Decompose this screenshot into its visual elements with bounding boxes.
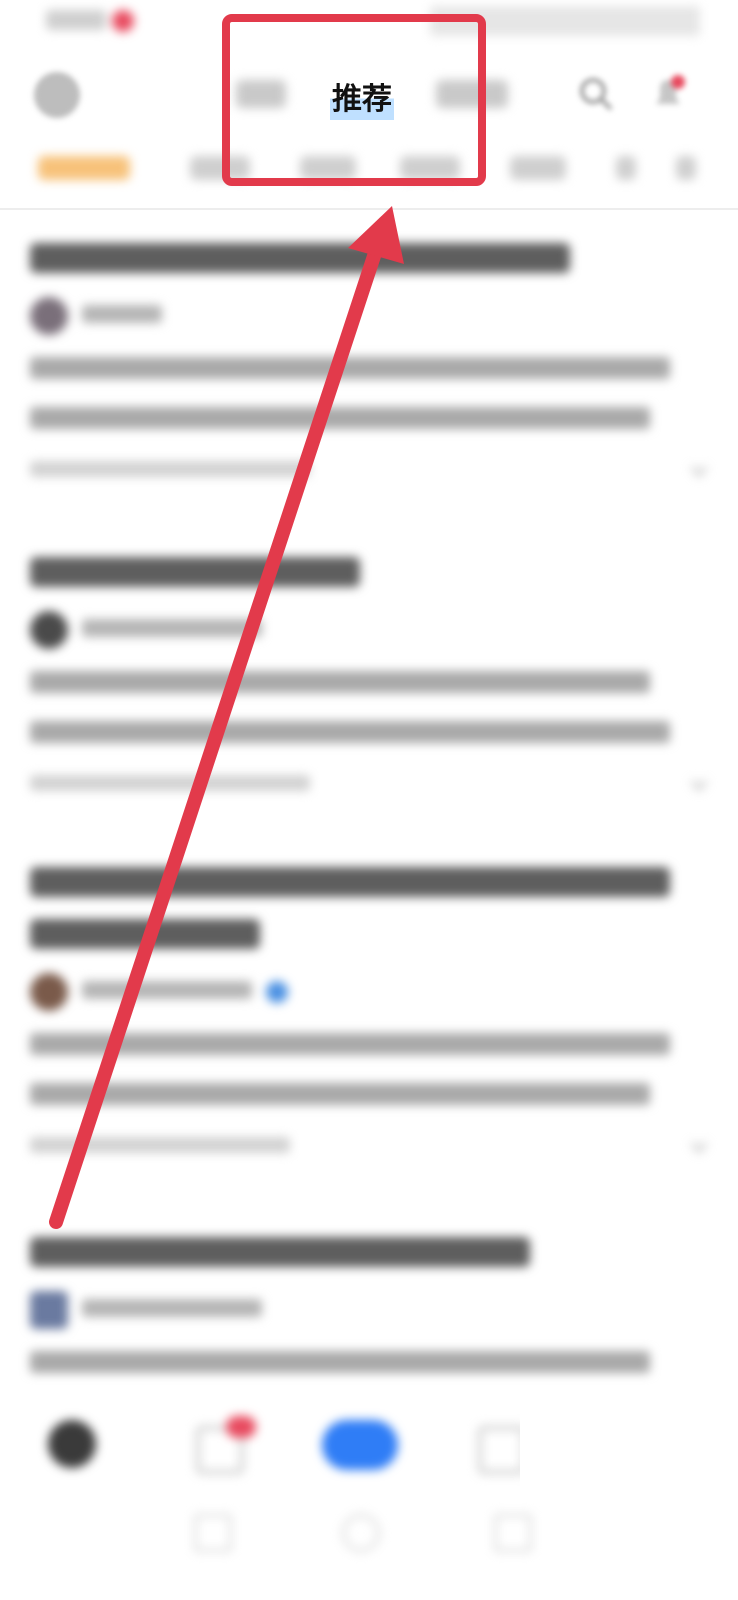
more-icon[interactable]: [688, 774, 710, 796]
search-icon[interactable]: [578, 76, 614, 112]
home-icon[interactable]: [342, 1514, 380, 1552]
plus-icon[interactable]: [322, 1420, 398, 1470]
feed-excerpt[interactable]: [30, 1022, 710, 1122]
feed-excerpt[interactable]: [30, 346, 710, 446]
feed-excerpt[interactable]: [30, 1340, 710, 1390]
recents-icon[interactable]: [494, 1514, 532, 1552]
header-divider: [0, 208, 738, 210]
feed-meta: [30, 1134, 710, 1158]
feed-item[interactable]: [30, 238, 710, 482]
feed-title[interactable]: [30, 552, 710, 604]
back-icon[interactable]: [194, 1514, 232, 1552]
author-row: [30, 296, 710, 336]
notification-dot-icon: [112, 10, 134, 32]
author-avatar[interactable]: [30, 1291, 68, 1329]
author-avatar[interactable]: [30, 297, 68, 335]
verified-badge-icon: [266, 981, 288, 1003]
feed-title[interactable]: [30, 862, 710, 966]
nav-home-avatar[interactable]: [48, 1420, 96, 1468]
author-avatar[interactable]: [30, 973, 68, 1011]
bell-icon[interactable]: [648, 74, 688, 114]
feed-item[interactable]: [30, 552, 710, 796]
nav-profile-icon[interactable]: [478, 1426, 526, 1474]
author-name[interactable]: [82, 1298, 262, 1323]
author-name[interactable]: [82, 980, 252, 1005]
feed-meta: [30, 458, 710, 482]
author-row: [30, 610, 710, 650]
feed-meta: [30, 772, 710, 796]
feed-title[interactable]: [30, 238, 710, 290]
author-row: [30, 972, 710, 1012]
system-nav: [0, 1500, 738, 1560]
author-name[interactable]: [82, 304, 162, 329]
feed-title[interactable]: [30, 1232, 710, 1284]
author-name[interactable]: [82, 618, 262, 643]
author-row: [30, 1290, 710, 1330]
profile-avatar[interactable]: [34, 72, 80, 118]
author-avatar[interactable]: [30, 611, 68, 649]
sub-tab-hot[interactable]: [38, 156, 130, 180]
sub-tab-4[interactable]: [510, 156, 566, 180]
highlight-box: [222, 14, 486, 186]
feed-item[interactable]: [30, 862, 710, 1158]
status-time: [46, 10, 106, 30]
more-icon[interactable]: [688, 1136, 710, 1158]
feed-item[interactable]: [30, 1232, 710, 1390]
more-icon[interactable]: [688, 460, 710, 482]
feed-excerpt[interactable]: [30, 660, 710, 760]
sub-tab-more[interactable]: [676, 156, 696, 180]
sub-tab-5[interactable]: [616, 156, 636, 180]
nav-badge: [226, 1416, 256, 1438]
